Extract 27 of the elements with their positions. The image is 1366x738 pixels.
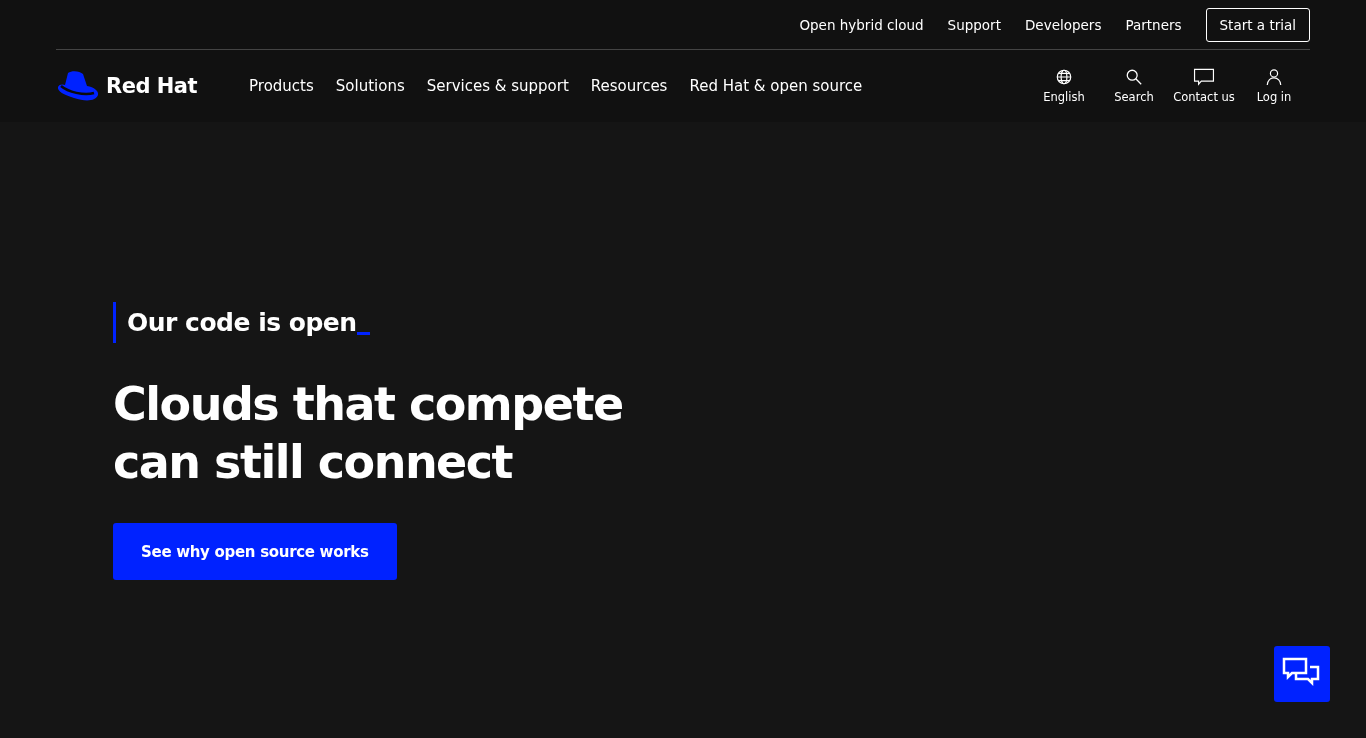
chat-button[interactable]: [1274, 646, 1330, 702]
accent-bar: [113, 302, 116, 343]
start-trial-button[interactable]: Start a trial: [1205, 7, 1310, 42]
main-nav-link[interactable]: Solutions: [335, 77, 405, 95]
cursor-icon: [356, 332, 370, 335]
top-nav-link[interactable]: Developers: [1024, 16, 1102, 33]
cta-button[interactable]: See why open source works: [113, 523, 397, 580]
main-nav-link[interactable]: Services & support: [426, 77, 569, 95]
hat-icon: [56, 70, 100, 102]
main-nav-link[interactable]: Products: [249, 77, 314, 95]
search-icon: [1125, 68, 1143, 86]
top-nav-link[interactable]: Partners: [1125, 16, 1182, 33]
headline: can still connect: [113, 434, 514, 491]
logo-link[interactable]: Red Hat: [56, 70, 198, 102]
eyebrow-text: Our code is open: [127, 307, 357, 339]
speech-bubble-icon: [1192, 68, 1216, 86]
utility-link[interactable]: Contact us: [1176, 68, 1232, 104]
main-nav-link[interactable]: Red Hat & open source: [689, 77, 863, 95]
headline: Clouds that compete: [113, 376, 624, 433]
utility-link[interactable]: English: [1036, 68, 1092, 104]
globe-icon: [1055, 68, 1073, 86]
utility-link[interactable]: Log in: [1246, 68, 1302, 104]
main-nav-link[interactable]: Resources: [590, 77, 668, 95]
user-icon: [1265, 68, 1283, 86]
top-nav-link[interactable]: Open hybrid cloud: [799, 16, 924, 33]
top-nav-link[interactable]: Support: [947, 16, 1001, 33]
utility-link[interactable]: Search: [1106, 68, 1162, 104]
